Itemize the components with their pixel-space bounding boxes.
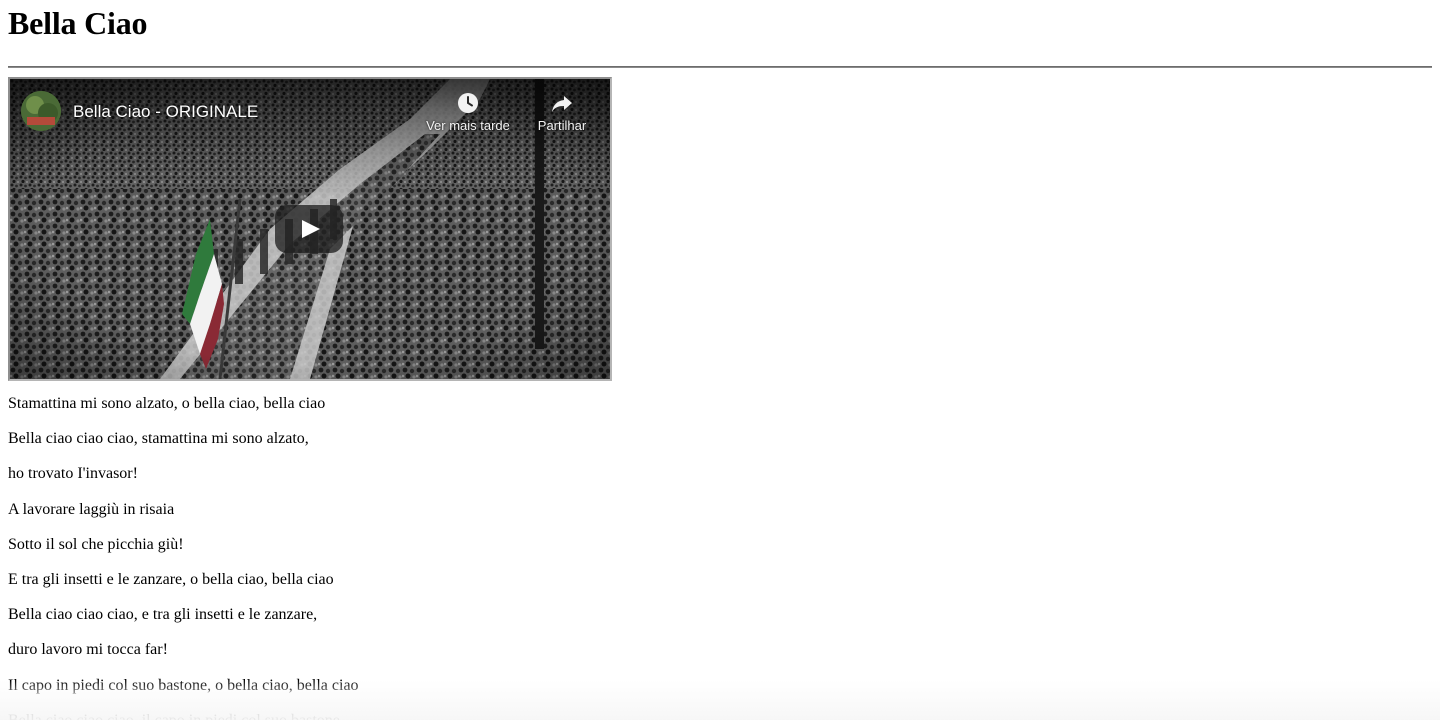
page-title: Bella Ciao bbox=[8, 5, 148, 41]
watch-later-button[interactable]: Ver mais tarde bbox=[422, 91, 514, 133]
lyric-line: ho trovato I'invasor! bbox=[8, 465, 138, 483]
lyric-line: Stamattina mi sono alzato, o bella ciao,… bbox=[8, 395, 326, 412]
lyric-line: Bella ciao ciao ciao, e tra gli insetti … bbox=[8, 606, 318, 624]
lyric-line: Bella ciao ciao ciao, stamattina mi sono… bbox=[8, 430, 309, 448]
lyric-line: Sotto il sol che picchia giù! bbox=[8, 535, 184, 553]
share-arrow-icon bbox=[552, 96, 572, 112]
play-icon bbox=[302, 220, 320, 238]
play-button[interactable] bbox=[275, 205, 343, 253]
lyric-line: A lavorare laggiù in risaia bbox=[8, 500, 175, 518]
lyric-line: duro lavoro mi tocca far! bbox=[8, 641, 168, 659]
share-label: Partilhar bbox=[537, 118, 587, 133]
video-title[interactable]: Bella Ciao - ORIGINALE bbox=[73, 102, 258, 122]
watch-later-label: Ver mais tarde bbox=[426, 118, 510, 133]
lyric-line: Il capo in piedi col suo bastone, o bell… bbox=[8, 676, 359, 694]
page: Bella Ciao Bella Ciao - ORIGINALE Ver ma… bbox=[0, 0, 1440, 720]
share-button[interactable]: Partilhar bbox=[532, 91, 592, 133]
clock-icon bbox=[458, 93, 478, 113]
lyrics-list: Stamattina mi sono alzato, o bella ciao,… bbox=[8, 394, 359, 720]
lyric-line: E tra gli insetti e le zanzare, o bella … bbox=[8, 570, 334, 588]
lyric-line: Bella ciao ciao ciao, il capo in piedi c… bbox=[8, 711, 359, 720]
channel-avatar[interactable] bbox=[21, 91, 61, 131]
horizontal-rule bbox=[8, 66, 1432, 68]
video-embed[interactable]: Bella Ciao - ORIGINALE Ver mais tarde Pa… bbox=[8, 77, 612, 381]
